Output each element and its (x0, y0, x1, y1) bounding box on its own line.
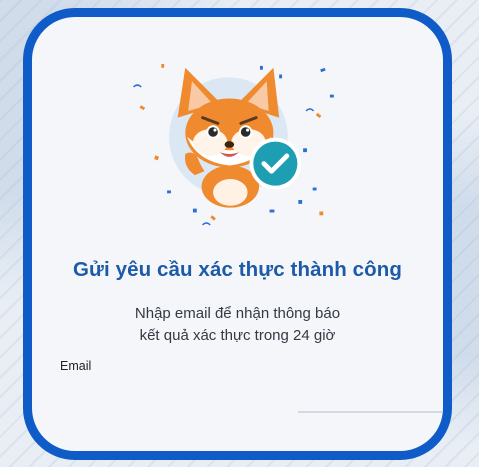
email-input-underline (298, 411, 443, 413)
success-dialog: Gửi yêu cầu xác thực thành công Nhập ema… (23, 8, 452, 460)
dialog-description-line-2: kết quả xác thực trong 24 giờ (139, 327, 336, 344)
check-circle-icon (249, 137, 302, 190)
hero-illustration (133, 63, 334, 226)
dialog-title: Gửi yêu cầu xác thực thành công (73, 258, 402, 281)
email-label: Email (60, 359, 92, 373)
dialog-description-line-1: Nhập email để nhận thông báo (134, 305, 341, 322)
email-input[interactable] (54, 379, 443, 409)
